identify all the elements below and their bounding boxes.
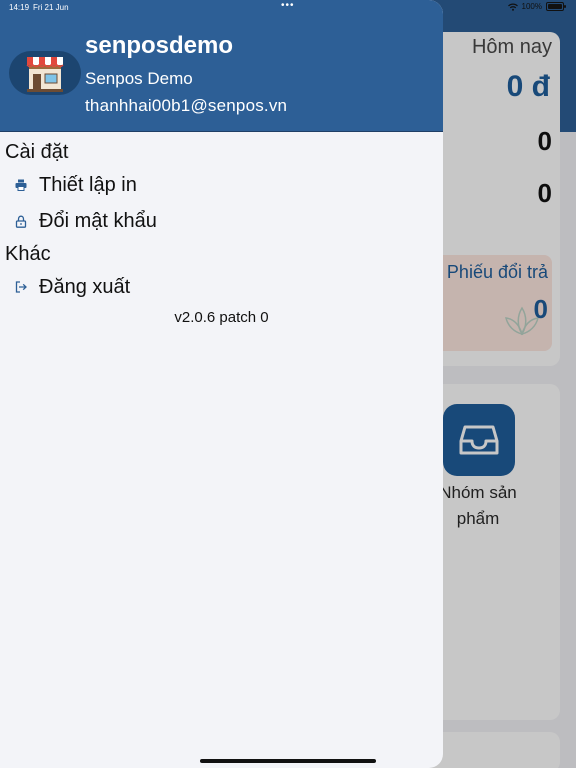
battery-percent: 100% <box>521 2 542 11</box>
status-right: 100% <box>507 2 566 11</box>
side-drawer: senposdemo Senpos Demo thanhhai00b1@senp… <box>0 0 443 768</box>
app-version: v2.0.6 patch 0 <box>174 309 269 326</box>
store-avatar <box>9 51 81 95</box>
lock-icon <box>14 214 28 228</box>
home-indicator[interactable] <box>200 759 376 763</box>
menu-item-change-password[interactable]: Đổi mật khẩu <box>0 205 443 237</box>
store-display-name: Senpos Demo <box>85 69 193 88</box>
menu-item-logout[interactable]: Đăng xuất <box>0 271 443 303</box>
menu-label-change-password: Đổi mật khẩu <box>39 209 157 232</box>
menu-label-logout: Đăng xuất <box>39 275 131 298</box>
multitask-dots[interactable]: ••• <box>281 0 295 11</box>
store-name: senposdemo <box>85 32 234 59</box>
wifi-icon <box>507 3 518 11</box>
menu-item-print-setup[interactable]: Thiết lập in <box>0 169 443 201</box>
status-bar: 14:19 Fri 21 Jun ••• 100% <box>0 0 576 14</box>
printer-icon <box>14 178 28 192</box>
status-time: 14:19 <box>9 3 30 12</box>
user-email: thanhhai00b1@senpos.vn <box>85 96 288 115</box>
storefront-icon <box>26 57 64 92</box>
status-date: Fri 21 Jun <box>33 3 69 12</box>
section-title-other: Khác <box>5 243 51 265</box>
battery-icon <box>546 2 566 11</box>
drawer-header: senposdemo Senpos Demo thanhhai00b1@senp… <box>0 0 443 132</box>
menu-label-print-setup: Thiết lập in <box>39 173 137 196</box>
logout-icon <box>14 280 28 294</box>
section-title-settings: Cài đặt <box>5 141 69 163</box>
